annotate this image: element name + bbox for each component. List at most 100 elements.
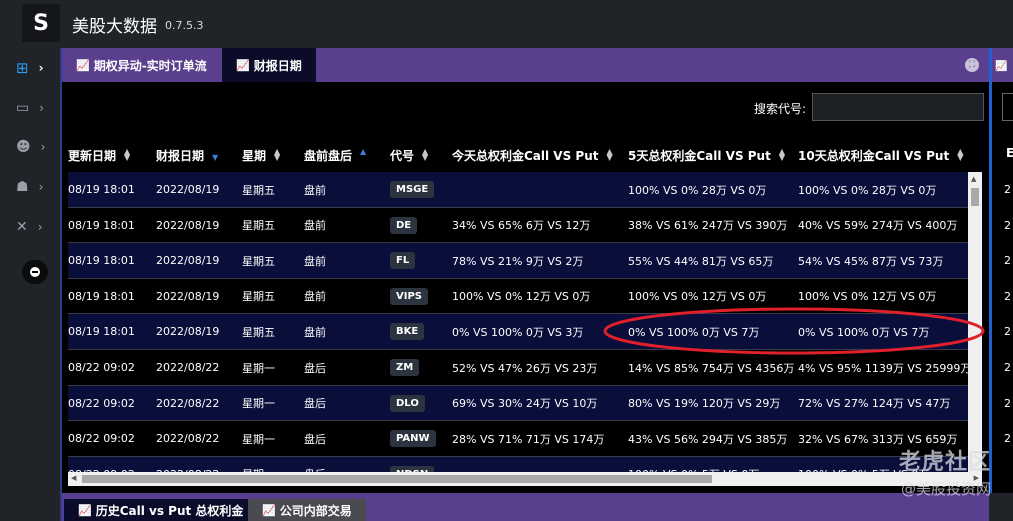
cell-today-premium: 69% VS 30% 24万 VS 10万	[452, 386, 597, 421]
horizontal-scrollbar[interactable]: ◀ ▶	[68, 472, 982, 486]
cell-text: 08/19 18:01	[68, 218, 135, 232]
cell-text: 星期一	[242, 361, 275, 375]
cell-text: 2022/08/22	[156, 396, 220, 410]
column-header-5day-premium[interactable]: 5天总权利金Call VS Put ▲ ▼	[628, 138, 785, 172]
right-search-input[interactable]	[1002, 93, 1013, 121]
cell-text: 星期五	[242, 183, 275, 197]
table-row[interactable]: 08/22 09:02 2022/08/22 星期一 盘后 ZM 52% VS 47% 2…	[68, 350, 969, 386]
ticker-badge: MSGE	[390, 181, 435, 198]
cell-ticker: DLO	[390, 386, 425, 421]
logo-letter: S	[33, 10, 49, 36]
cell-text: 2022/08/19	[156, 183, 220, 196]
watermark: 老虎社区 @美股投资网	[899, 444, 991, 499]
tab-options-flow[interactable]: 📈 期权异动-实时订单流	[62, 48, 221, 82]
column-header-10day-premium[interactable]: 10天总权利金Call VS Put ▲ ▼	[798, 138, 963, 172]
table-row[interactable]: 08/19 18:01 2022/08/19 星期五 盘前 MSGE 100% VS 0%…	[68, 172, 969, 208]
cell-text: 盘前	[304, 290, 326, 304]
scroll-thumb[interactable]	[971, 188, 979, 206]
table-row[interactable]: 08/19 18:01 2022/08/19 星期五 盘前 FL 78% VS 21% 9…	[68, 243, 969, 279]
scroll-up-icon[interactable]: ▲	[971, 175, 976, 183]
cell-today-premium: 28% VS 71% 71万 VS 174万	[452, 421, 604, 456]
sidebar-collapse-toggle[interactable]	[22, 260, 48, 284]
cell-update-date: 08/22 09:02	[68, 421, 135, 456]
column-header-weekday[interactable]: 星期 ▲ ▼	[242, 138, 280, 172]
cell-update-date: 08/19 18:01	[68, 314, 135, 349]
tab-call-put-history[interactable]: 📈 历史Call vs Put 总权利金	[64, 499, 258, 521]
scroll-left-icon[interactable]: ◀	[71, 474, 76, 482]
sort-icon[interactable]: ▲▼	[274, 148, 280, 162]
cell-10day-premium: 0% VS 100% 0万 VS 7万	[798, 314, 929, 349]
table-row[interactable]: 08/22 09:02 2022/08/22 星期一 盘后 PANW 28% VS 71%…	[68, 421, 969, 457]
chart-icon: 📈	[76, 58, 90, 72]
cell-text: 星期五	[242, 254, 275, 268]
sort-icon[interactable]: ▲▼	[607, 148, 613, 162]
cell-session: 盘后	[304, 386, 326, 421]
ticker-badge: BKE	[390, 323, 425, 341]
table-row[interactable]: 08/19 18:01 2022/08/19 星期五 盘前 DE 34% VS 65% 6…	[68, 207, 969, 244]
sort-icon[interactable]: ▲▼	[779, 148, 785, 162]
cell-text: 40% VS 59% 274万 VS 400万	[798, 219, 958, 233]
cell-update-date: 08/19 18:01	[68, 172, 135, 207]
vertical-scrollbar[interactable]: ▲	[968, 172, 982, 472]
column-header-update-date[interactable]: 更新日期 ▲ ▼	[68, 138, 130, 172]
right-cell: 2	[1004, 254, 1011, 268]
cell-5day-premium: 100% VS 0% 5万 VS 0万	[628, 457, 759, 472]
right-tab[interactable]: 📈	[992, 48, 1013, 82]
sort-icon[interactable]: ▲▼	[124, 148, 130, 162]
tab-insider-trading[interactable]: 📈 公司内部交易	[248, 499, 366, 521]
cell-report-date: 2022/08/19	[156, 279, 219, 314]
chart-icon: 📈	[236, 58, 250, 72]
column-header-today-premium[interactable]: 今天总权利金Call VS Put ▲ ▼	[452, 138, 613, 172]
cell-5day-premium: 43% VS 56% 294万 VS 385万	[628, 421, 787, 456]
chevron-right-icon: ›	[38, 61, 44, 75]
sidebar-item-tools[interactable]: ✕ ›	[0, 209, 60, 245]
search-input[interactable]	[812, 93, 984, 121]
table-row[interactable]: 08/19 18:01 2022/08/19 星期五 盘前 VIPS 100% VS 0%…	[68, 278, 969, 315]
right-cell: 2	[1004, 325, 1011, 339]
sort-icon[interactable]: ▲▼	[360, 148, 366, 161]
sort-icon[interactable]: ▲▼	[957, 148, 963, 162]
sidebar-item-users[interactable]: ☻ ›	[0, 129, 60, 165]
cell-report-date: 2022/08/22	[156, 457, 219, 472]
cell-text: 08/19 18:01	[68, 254, 135, 268]
table-row[interactable]: 08/19 18:01 2022/08/19 星期五 盘前 BKE 0% VS 100% …	[68, 314, 969, 350]
table-row[interactable]: 08/22 09:02 2022/08/22 星期一 盘后 DLO 69% VS 30% …	[68, 385, 969, 422]
cell-weekday: 星期五	[242, 314, 275, 349]
cell-report-date: 2022/08/22	[156, 350, 219, 385]
cell-ticker: ZM	[390, 350, 420, 385]
cell-weekday: 星期五	[242, 243, 275, 278]
cell-text: 盘前	[304, 254, 326, 268]
cell-text: 08/22 09:02	[68, 361, 135, 374]
cell-text: 14% VS 85% 754万 VS 4356万	[628, 361, 795, 375]
column-header-report-date[interactable]: 财报日期 ▲▼	[156, 138, 218, 172]
cell-report-date: 2022/08/22	[156, 421, 219, 456]
cell-session: 盘前	[304, 172, 326, 207]
right-cell: 2	[1004, 396, 1011, 410]
cell-text: 盘后	[304, 432, 326, 446]
cell-session: 盘前	[304, 208, 326, 243]
sort-icon[interactable]: ▲▼	[212, 149, 218, 162]
chevron-right-icon: ›	[39, 101, 45, 115]
cell-10day-premium: 100% VS 0% 28万 VS 0万	[798, 172, 936, 207]
right-panel: 📈 E 2 2 2 2 2 2 2 2	[989, 48, 1013, 493]
table-header: 更新日期▲▼ 财报日期▲▼ 星期▲▼ 盘前盘后▲▼ 代号▲▼ 今天总权利金Call VS …	[68, 138, 978, 172]
cell-today-premium: 0% VS 100% 0万 VS 3万	[452, 314, 583, 349]
column-header-session[interactable]: 盘前盘后 ▲▼	[304, 138, 366, 172]
app-window: S 美股大数据 0.7.5.3 ⊞ › ▭ › ☻ › ☗ › ✕ › 📈 期权异动-实时订…	[0, 0, 1013, 521]
cell-update-date: 08/22 09:02	[68, 350, 135, 385]
tab-label: 公司内部交易	[279, 503, 352, 518]
sort-icon[interactable]: ▲▼	[422, 148, 428, 162]
column-header-ticker[interactable]: 代号 ▲ ▼	[390, 138, 428, 172]
cell-report-date: 2022/08/19	[156, 243, 219, 278]
sidebar-item-dashboard[interactable]: ⊞ ›	[0, 50, 60, 86]
sidebar-item-robot[interactable]: ☗ ›	[0, 169, 60, 205]
chart-icon: 📈	[78, 503, 92, 517]
maximize-icon[interactable]: ⛶	[965, 58, 979, 72]
sidebar-item-monitor[interactable]: ▭ ›	[0, 90, 60, 126]
cell-text: 星期五	[242, 219, 275, 233]
scroll-thumb[interactable]	[82, 475, 712, 483]
table-row[interactable]: 08/22 09:02 2022/08/22 星期一 盘后 NDSN 100% VS 0%…	[68, 456, 969, 472]
tab-earnings-dates[interactable]: 📈 财报日期	[222, 48, 316, 82]
cell-text: 盘后	[304, 397, 326, 411]
cell-text: 08/19 18:01	[68, 325, 135, 339]
